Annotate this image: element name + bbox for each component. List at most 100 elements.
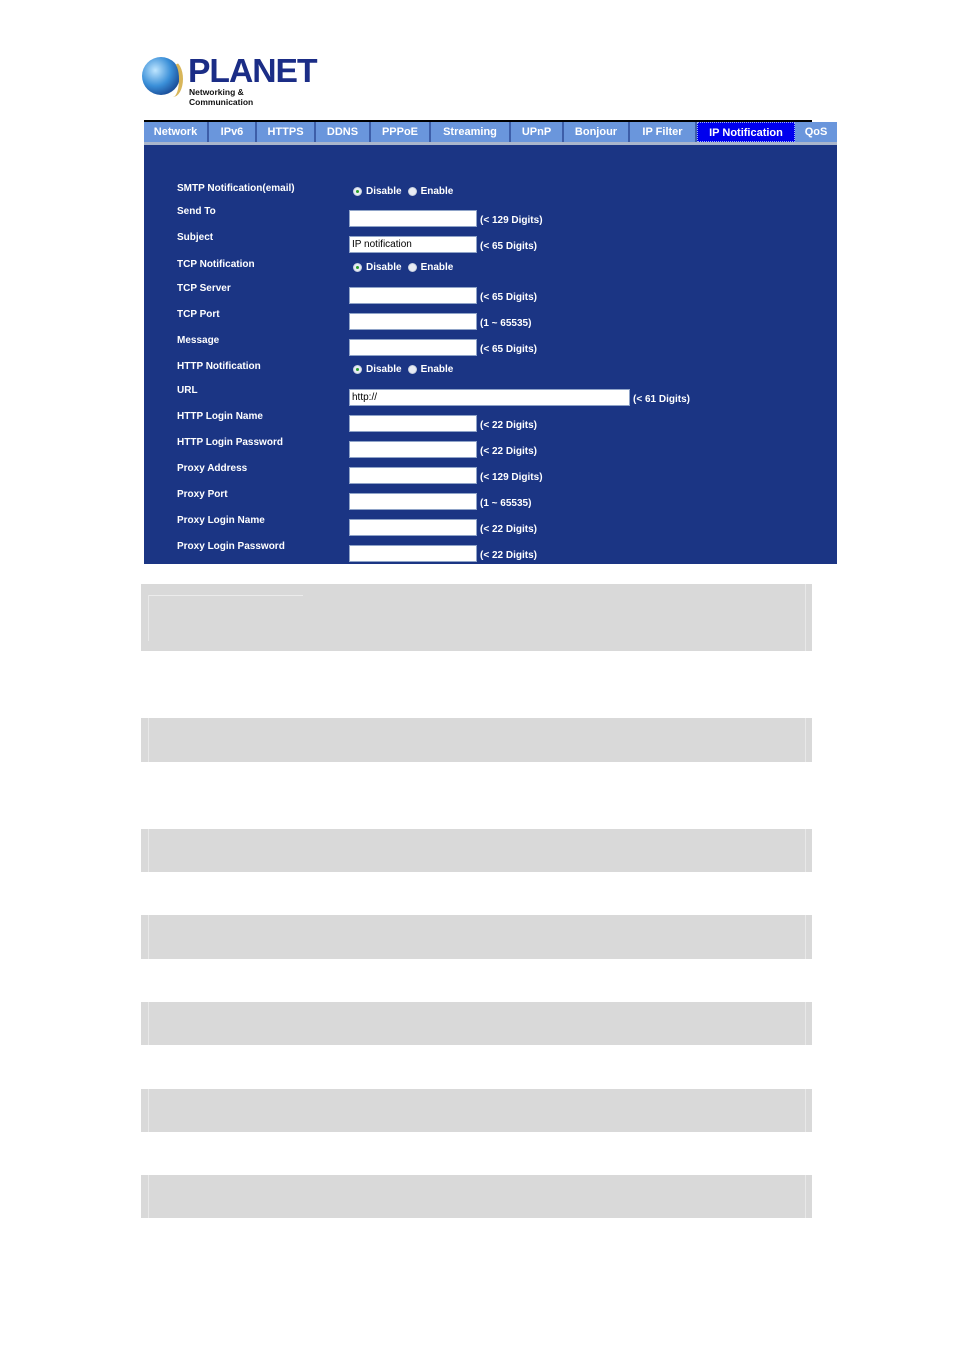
http-login-password-label: HTTP Login Password (177, 437, 283, 448)
http-enable-label[interactable]: Enable (421, 364, 454, 375)
proxy-login-name-input[interactable] (349, 519, 477, 536)
globe-icon (142, 57, 183, 97)
tcp-server-row: TCP Server (< 65 Digits) (144, 283, 837, 304)
proxy-login-password-label: Proxy Login Password (177, 541, 285, 552)
tab-streaming[interactable]: Streaming (431, 122, 511, 142)
http-disable-label[interactable]: Disable (366, 364, 402, 375)
http-disable-radio[interactable] (353, 365, 362, 374)
description-block (141, 829, 812, 872)
http-notification-radio-group: Disable Enable (353, 364, 459, 375)
url-label: URL (177, 385, 198, 396)
block-edge (805, 829, 806, 872)
send-to-row: Send To (< 129 Digits) (144, 206, 837, 227)
proxy-port-input[interactable] (349, 493, 477, 510)
tab-pppoe[interactable]: PPPoE (371, 122, 431, 142)
tab-https[interactable]: HTTPS (257, 122, 316, 142)
description-block (141, 1089, 812, 1132)
proxy-port-hint: (1 ~ 65535) (480, 498, 532, 509)
tcp-notification-row: TCP Notification Disable Enable (144, 259, 837, 279)
tab-ip-notification[interactable]: IP Notification (697, 122, 795, 142)
tab-qos[interactable]: QoS (795, 122, 837, 142)
description-block (141, 718, 812, 762)
proxy-address-label: Proxy Address (177, 463, 248, 474)
block-edge (805, 1175, 806, 1218)
proxy-port-label: Proxy Port (177, 489, 228, 500)
tab-network[interactable]: Network (144, 122, 209, 142)
block-edge (148, 1175, 149, 1218)
message-label: Message (177, 335, 220, 346)
block-edge (805, 1002, 806, 1045)
tcp-server-hint: (< 65 Digits) (480, 292, 537, 303)
subject-label: Subject (177, 232, 214, 243)
tab-ip-filter[interactable]: IP Filter (630, 122, 697, 142)
block-edge (148, 1089, 149, 1132)
tab-ipv6[interactable]: IPv6 (209, 122, 257, 142)
send-to-hint: (< 129 Digits) (480, 215, 543, 226)
tcp-enable-label[interactable]: Enable (421, 262, 454, 273)
smtp-notification-label: SMTP Notification(email) (177, 183, 295, 194)
proxy-address-input[interactable] (349, 467, 477, 484)
http-login-password-input[interactable] (349, 441, 477, 458)
tcp-enable-radio[interactable] (407, 263, 417, 272)
tab-bonjour[interactable]: Bonjour (564, 122, 630, 142)
http-login-name-row: HTTP Login Name (< 22 Digits) (144, 411, 837, 432)
http-notification-label: HTTP Notification (177, 361, 261, 372)
block-edge (148, 829, 149, 872)
tab-ddns[interactable]: DDNS (316, 122, 371, 142)
url-row: URL (< 61 Digits) (144, 385, 837, 406)
proxy-login-name-label: Proxy Login Name (177, 515, 265, 526)
settings-tabs: Network IPv6 HTTPS DDNS PPPoE Streaming … (144, 122, 837, 142)
proxy-login-password-row: Proxy Login Password (< 22 Digits) (144, 541, 837, 562)
url-hint: (< 61 Digits) (633, 394, 690, 405)
http-login-name-input[interactable] (349, 415, 477, 432)
smtp-enable-radio[interactable] (407, 187, 417, 196)
logo-tagline: Networking & Communication (189, 87, 254, 107)
smtp-disable-radio[interactable] (353, 187, 362, 196)
proxy-login-password-hint: (< 22 Digits) (480, 550, 537, 561)
tcp-port-label: TCP Port (177, 309, 220, 320)
block-edge (805, 915, 806, 959)
proxy-address-row: Proxy Address (< 129 Digits) (144, 463, 837, 484)
send-to-label: Send To (177, 206, 216, 217)
tcp-port-hint: (1 ~ 65535) (480, 318, 532, 329)
proxy-login-name-row: Proxy Login Name (< 22 Digits) (144, 515, 837, 536)
block-edge (805, 584, 806, 651)
subject-row: Subject (< 65 Digits) (144, 232, 837, 253)
tcp-disable-label[interactable]: Disable (366, 262, 402, 273)
proxy-port-row: Proxy Port (1 ~ 65535) (144, 489, 837, 510)
proxy-login-password-input[interactable] (349, 545, 477, 562)
block-edge (148, 1002, 149, 1045)
block-edge (805, 718, 806, 762)
smtp-notification-row: SMTP Notification(email) Disable Enable (144, 183, 837, 203)
http-notification-row: HTTP Notification Disable Enable (144, 361, 837, 381)
logo-wordmark: PLANET (188, 52, 318, 89)
message-input[interactable] (349, 339, 477, 356)
http-enable-radio[interactable] (407, 365, 417, 374)
block-edge (805, 1089, 806, 1132)
description-block (141, 915, 812, 959)
block-edge (148, 595, 149, 641)
proxy-address-hint: (< 129 Digits) (480, 472, 543, 483)
http-login-name-label: HTTP Login Name (177, 411, 263, 422)
tcp-port-input[interactable] (349, 313, 477, 330)
message-hint: (< 65 Digits) (480, 344, 537, 355)
description-block (141, 1002, 812, 1045)
smtp-enable-label[interactable]: Enable (421, 186, 454, 197)
http-login-password-hint: (< 22 Digits) (480, 446, 537, 457)
planet-logo: PLANET Networking & Communication (142, 52, 318, 107)
smtp-notification-radio-group: Disable Enable (353, 186, 459, 197)
tab-upnp[interactable]: UPnP (511, 122, 564, 142)
tcp-server-label: TCP Server (177, 283, 231, 294)
block-edge (148, 718, 149, 762)
url-input[interactable] (349, 389, 630, 406)
proxy-login-name-hint: (< 22 Digits) (480, 524, 537, 535)
subject-input[interactable] (349, 236, 477, 253)
tcp-server-input[interactable] (349, 287, 477, 304)
description-block (141, 584, 812, 651)
tcp-port-row: TCP Port (1 ~ 65535) (144, 309, 837, 330)
http-login-password-row: HTTP Login Password (< 22 Digits) (144, 437, 837, 458)
subject-hint: (< 65 Digits) (480, 241, 537, 252)
smtp-disable-label[interactable]: Disable (366, 186, 402, 197)
send-to-input[interactable] (349, 210, 477, 227)
tcp-disable-radio[interactable] (353, 263, 362, 272)
